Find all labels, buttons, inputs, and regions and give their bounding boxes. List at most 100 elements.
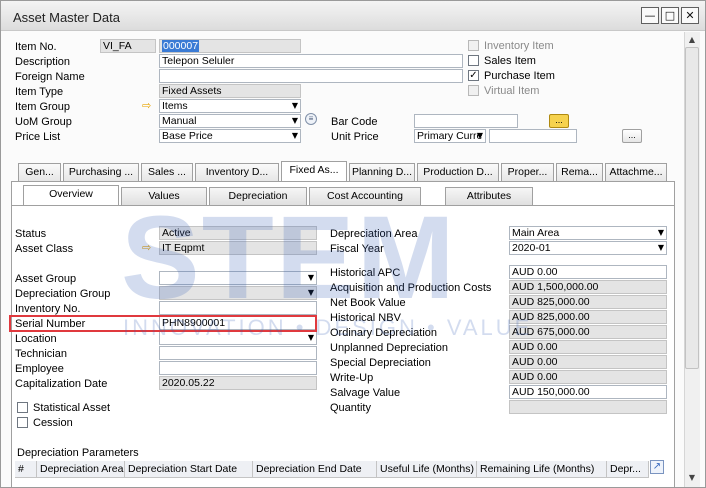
fiscal-year-select[interactable]: 2020-01	[509, 241, 667, 255]
historical-nbv-field[interactable]: AUD 825,000.00	[509, 310, 667, 324]
maximize-icon[interactable]: □	[661, 7, 679, 24]
unit-price-field[interactable]	[489, 129, 577, 143]
description-field[interactable]: Telepon Seluler	[159, 54, 463, 68]
subtab-overview[interactable]: Overview	[23, 185, 119, 206]
grid-col-depreciation-more[interactable]: Depr...	[607, 461, 649, 478]
acq-prod-costs-label: Acquisition and Production Costs	[330, 282, 492, 294]
title-bar: Asset Master Data — □ ✕	[1, 1, 705, 31]
uom-group-select[interactable]: Manual	[159, 114, 301, 128]
asset-group-select[interactable]	[159, 271, 317, 285]
status-label: Status	[15, 228, 47, 240]
cession-checkbox[interactable]	[17, 417, 28, 428]
bar-code-browse-button[interactable]: ...	[549, 114, 569, 128]
tab-purchasing[interactable]: Purchasing ...	[63, 163, 139, 181]
uom-info-icon[interactable]: ≡	[305, 113, 317, 125]
inventory-item-label: Inventory Item	[484, 40, 554, 52]
uom-group-label: UoM Group	[15, 116, 72, 128]
historical-apc-field[interactable]: AUD 0.00	[509, 265, 667, 279]
write-up-label: Write-Up	[330, 372, 374, 384]
grid-col-depreciation-end-date[interactable]: Depreciation End Date	[253, 461, 377, 478]
employee-field[interactable]	[159, 361, 317, 375]
item-no-selected-text: 000007	[162, 40, 200, 52]
scroll-up-icon[interactable]: ▲	[685, 33, 699, 46]
subtab-depreciation[interactable]: Depreciation	[209, 187, 307, 205]
tab-inventory[interactable]: Inventory D...	[195, 163, 279, 181]
unplanned-depreciation-field[interactable]: AUD 0.00	[509, 340, 667, 354]
salvage-value-field[interactable]: AUD 150,000.00	[509, 385, 667, 399]
status-field[interactable]: Active	[159, 226, 317, 240]
serial-number-highlight	[9, 315, 317, 332]
unit-price-label: Unit Price	[331, 131, 379, 143]
special-depreciation-field[interactable]: AUD 0.00	[509, 355, 667, 369]
statistical-asset-checkbox[interactable]	[17, 402, 28, 413]
asset-group-label: Asset Group	[15, 273, 77, 285]
subtab-cost-accounting[interactable]: Cost Accounting	[309, 187, 421, 205]
acq-prod-costs-field[interactable]: AUD 1,500,000.00	[509, 280, 667, 294]
item-no-field[interactable]: 000007	[159, 39, 301, 53]
tab-sales[interactable]: Sales ...	[141, 163, 193, 181]
item-no-series-field[interactable]: VI_FA	[100, 39, 156, 53]
net-book-value-field[interactable]: AUD 825,000.00	[509, 295, 667, 309]
tab-general[interactable]: Gen...	[18, 163, 61, 181]
unit-price-list-select[interactable]: Primary Curre	[414, 129, 486, 143]
tab-remarks[interactable]: Rema...	[556, 163, 603, 181]
depreciation-group-select[interactable]	[159, 286, 317, 300]
subtab-attributes[interactable]: Attributes	[445, 187, 533, 205]
item-no-label: Item No.	[15, 41, 57, 53]
location-select[interactable]	[159, 331, 317, 345]
grid-col-useful-life[interactable]: Useful Life (Months)	[377, 461, 477, 478]
asset-class-label: Asset Class	[15, 243, 74, 255]
depreciation-group-label: Depreciation Group	[15, 288, 111, 300]
grid-col-remaining-life[interactable]: Remaining Life (Months)	[477, 461, 607, 478]
capitalization-date-field[interactable]: 2020.05.22	[159, 376, 317, 390]
grid-col-depreciation-area[interactable]: Depreciation Area	[37, 461, 125, 478]
purchase-item-checkbox[interactable]: ✓	[468, 70, 479, 81]
depreciation-area-label: Depreciation Area	[330, 228, 418, 240]
link-arrow-icon[interactable]: ⇨	[142, 242, 151, 253]
ordinary-depreciation-label: Ordinary Depreciation	[330, 327, 437, 339]
description-label: Description	[15, 56, 71, 68]
item-group-select[interactable]: Items	[159, 99, 301, 113]
purchase-item-label: Purchase Item	[484, 70, 555, 82]
sales-item-checkbox[interactable]	[468, 55, 479, 66]
item-group-label: Item Group	[15, 101, 71, 113]
scrollbar-thumb[interactable]	[685, 47, 699, 369]
sales-item-label: Sales Item	[484, 55, 536, 67]
quantity-field[interactable]	[509, 400, 667, 414]
asset-class-field[interactable]: IT Eqpmt	[159, 241, 317, 255]
grid-col-depreciation-start-date[interactable]: Depreciation Start Date	[125, 461, 253, 478]
link-arrow-icon[interactable]: ⇨	[142, 100, 151, 111]
expand-grid-icon[interactable]: ↗	[650, 460, 664, 474]
price-list-label: Price List	[15, 131, 61, 143]
tab-planning[interactable]: Planning D...	[349, 163, 415, 181]
bar-code-field[interactable]	[414, 114, 518, 128]
minimize-icon[interactable]: —	[641, 7, 659, 24]
close-icon[interactable]: ✕	[681, 7, 699, 24]
technician-field[interactable]	[159, 346, 317, 360]
tab-fixed-assets[interactable]: Fixed As...	[281, 161, 347, 181]
grid-col-number[interactable]: #	[15, 461, 37, 478]
capitalization-date-label: Capitalization Date	[15, 378, 108, 390]
inventory-item-checkbox[interactable]	[468, 40, 479, 51]
fiscal-year-label: Fiscal Year	[330, 243, 384, 255]
inventory-no-field[interactable]	[159, 301, 317, 315]
virtual-item-checkbox[interactable]	[468, 85, 479, 96]
subtab-divider	[12, 205, 674, 206]
historical-nbv-label: Historical NBV	[330, 312, 401, 324]
foreign-name-field[interactable]	[159, 69, 463, 83]
unit-price-browse-button[interactable]: ...	[622, 129, 642, 143]
scroll-down-icon[interactable]: ▼	[685, 471, 699, 484]
tab-attachments[interactable]: Attachme...	[605, 163, 667, 181]
subtab-values[interactable]: Values	[121, 187, 207, 205]
item-type-field[interactable]: Fixed Assets	[159, 84, 301, 98]
location-label: Location	[15, 333, 57, 345]
price-list-select[interactable]: Base Price	[159, 129, 301, 143]
depreciation-area-select[interactable]: Main Area	[509, 226, 667, 240]
tab-properties[interactable]: Proper...	[501, 163, 554, 181]
tab-production[interactable]: Production D...	[417, 163, 499, 181]
salvage-value-label: Salvage Value	[330, 387, 401, 399]
ordinary-depreciation-field[interactable]: AUD 675,000.00	[509, 325, 667, 339]
bar-code-label: Bar Code	[331, 116, 378, 128]
write-up-field[interactable]: AUD 0.00	[509, 370, 667, 384]
asset-master-data-window: Asset Master Data — □ ✕ Item No. VI_FA 0…	[0, 0, 706, 488]
